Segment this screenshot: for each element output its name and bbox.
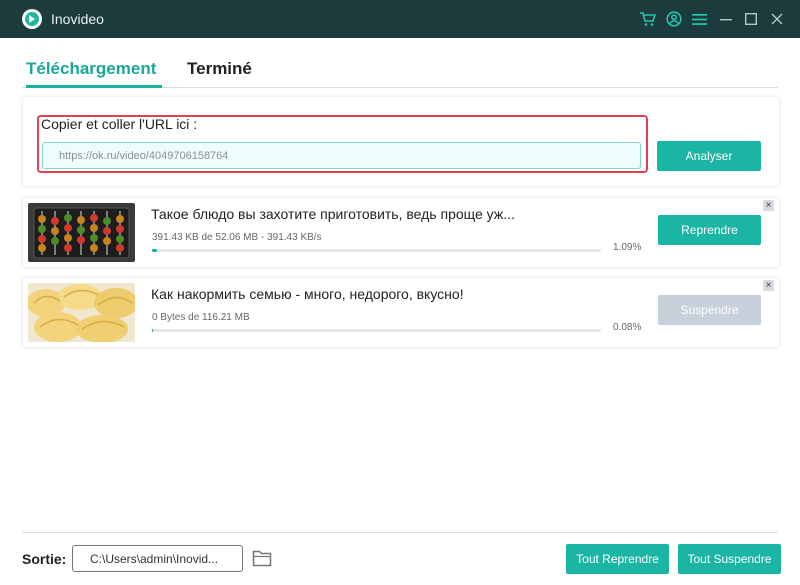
progress-bar (152, 329, 601, 332)
download-info: 0 Bytes de 116.21 MB (152, 312, 250, 323)
folder-icon[interactable] (252, 548, 274, 568)
maximize-icon[interactable] (741, 9, 761, 29)
title-bar: Inovideo (0, 0, 800, 38)
tab-bar: Téléchargement Terminé (22, 48, 778, 88)
url-label: Copier et coller l'URL ici : (41, 116, 198, 132)
minimize-icon[interactable] (716, 9, 736, 29)
url-input-panel: Copier et coller l'URL ici : https://ok.… (23, 97, 779, 186)
active-tab-indicator (26, 85, 162, 88)
download-title: Как накормить семью - много, недорого, в… (151, 286, 464, 302)
remove-item-icon[interactable]: × (763, 200, 774, 211)
app-logo-icon (22, 9, 42, 29)
video-thumbnail (28, 203, 135, 262)
video-thumbnail (28, 283, 135, 342)
resume-button[interactable]: Reprendre (658, 215, 761, 245)
download-percent: 1.09% (613, 242, 642, 253)
suspend-button[interactable]: Suspendre (658, 295, 761, 325)
download-info: 391.43 KB de 52.06 MB - 391.43 KB/s (152, 232, 322, 243)
footer-divider (22, 532, 778, 533)
tab-termine[interactable]: Terminé (187, 59, 252, 79)
cart-icon[interactable] (638, 10, 656, 28)
output-label: Sortie: (22, 551, 67, 567)
download-item: Такое блюдо вы захотите приготовить, вед… (23, 198, 779, 267)
tab-telechargement[interactable]: Téléchargement (26, 59, 156, 79)
progress-bar (152, 249, 601, 252)
remove-item-icon[interactable]: × (763, 280, 774, 291)
suspend-all-button[interactable]: Tout Suspendre (678, 544, 781, 574)
url-input[interactable]: https://ok.ru/video/4049706158764 (42, 142, 641, 169)
menu-icon[interactable] (690, 10, 708, 28)
analyse-button[interactable]: Analyser (657, 141, 761, 171)
close-icon[interactable] (767, 9, 787, 29)
resume-all-button[interactable]: Tout Reprendre (566, 544, 669, 574)
account-icon[interactable] (665, 10, 683, 28)
app-title: Inovideo (51, 11, 104, 27)
download-percent: 0.08% (613, 322, 642, 333)
download-title: Такое блюдо вы захотите приготовить, вед… (151, 206, 515, 222)
download-item: Как накормить семью - много, недорого, в… (23, 278, 779, 347)
output-path-field[interactable]: C:\Users\admin\Inovid... (72, 545, 243, 572)
